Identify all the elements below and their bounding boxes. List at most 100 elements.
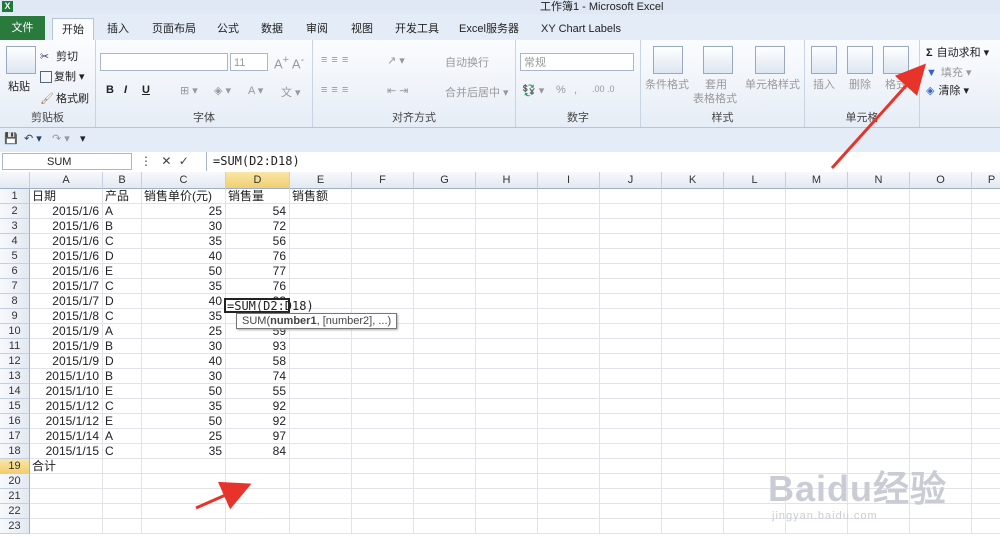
row-header-2[interactable]: 2 bbox=[0, 204, 30, 219]
cell[interactable] bbox=[476, 414, 538, 429]
cell[interactable] bbox=[476, 444, 538, 459]
cell[interactable] bbox=[600, 324, 662, 339]
data-cell[interactable]: B bbox=[103, 219, 142, 234]
tab-review[interactable]: 审阅 bbox=[297, 18, 337, 40]
cell[interactable] bbox=[724, 324, 786, 339]
cell[interactable] bbox=[352, 399, 414, 414]
cell[interactable] bbox=[476, 429, 538, 444]
data-cell[interactable]: 56 bbox=[226, 234, 290, 249]
cell[interactable] bbox=[972, 339, 1000, 354]
data-cell[interactable]: 35 bbox=[142, 444, 226, 459]
cell[interactable] bbox=[538, 204, 600, 219]
cell[interactable] bbox=[290, 264, 352, 279]
row-header-17[interactable]: 17 bbox=[0, 429, 30, 444]
cell[interactable] bbox=[600, 339, 662, 354]
cell[interactable] bbox=[910, 234, 972, 249]
data-cell[interactable]: 2015/1/6 bbox=[30, 219, 103, 234]
cell[interactable] bbox=[352, 459, 414, 474]
data-cell[interactable]: 84 bbox=[226, 444, 290, 459]
cell[interactable] bbox=[662, 189, 724, 204]
data-cell[interactable]: 2015/1/9 bbox=[30, 324, 103, 339]
cell[interactable] bbox=[786, 249, 848, 264]
cell[interactable] bbox=[972, 399, 1000, 414]
cell[interactable] bbox=[724, 354, 786, 369]
data-cell[interactable]: 92 bbox=[226, 414, 290, 429]
cell[interactable] bbox=[662, 489, 724, 504]
row-header-8[interactable]: 8 bbox=[0, 294, 30, 309]
cell[interactable] bbox=[142, 504, 226, 519]
cell[interactable] bbox=[662, 339, 724, 354]
column-header-m[interactable]: M bbox=[786, 172, 848, 189]
cell[interactable] bbox=[662, 384, 724, 399]
cell[interactable] bbox=[662, 399, 724, 414]
cell[interactable] bbox=[786, 279, 848, 294]
cell[interactable] bbox=[414, 429, 476, 444]
cell[interactable] bbox=[352, 474, 414, 489]
grow-font-icon[interactable]: A+ A- bbox=[274, 54, 304, 71]
font-name-combo[interactable] bbox=[100, 53, 228, 71]
data-cell[interactable]: 2015/1/6 bbox=[30, 249, 103, 264]
cell[interactable] bbox=[786, 204, 848, 219]
data-cell[interactable]: E bbox=[103, 384, 142, 399]
cell[interactable] bbox=[538, 309, 600, 324]
cell[interactable] bbox=[290, 444, 352, 459]
data-cell[interactable]: 2015/1/15 bbox=[30, 444, 103, 459]
column-header-p[interactable]: P bbox=[972, 172, 1000, 189]
data-cell[interactable]: 30 bbox=[142, 369, 226, 384]
header-cell[interactable]: 销售单价(元) bbox=[142, 189, 226, 204]
cell[interactable] bbox=[476, 384, 538, 399]
cell[interactable] bbox=[662, 294, 724, 309]
data-cell[interactable]: 74 bbox=[226, 369, 290, 384]
paste-icon[interactable] bbox=[6, 46, 36, 74]
cell[interactable] bbox=[786, 339, 848, 354]
data-cell[interactable]: 25 bbox=[142, 204, 226, 219]
bold-button[interactable]: B bbox=[106, 84, 114, 96]
cell[interactable] bbox=[538, 339, 600, 354]
cell[interactable] bbox=[848, 399, 910, 414]
row-header-23[interactable]: 23 bbox=[0, 519, 30, 534]
save-icon[interactable]: 💾 bbox=[4, 132, 18, 145]
cell[interactable] bbox=[538, 324, 600, 339]
cell[interactable] bbox=[910, 324, 972, 339]
cell[interactable] bbox=[352, 354, 414, 369]
cell[interactable] bbox=[476, 324, 538, 339]
tab-data[interactable]: 数据 bbox=[252, 18, 292, 40]
cell[interactable] bbox=[600, 504, 662, 519]
cell[interactable] bbox=[352, 504, 414, 519]
cell[interactable] bbox=[290, 504, 352, 519]
cell[interactable] bbox=[352, 204, 414, 219]
clear-button[interactable]: ◈ 清除 ▾ bbox=[926, 82, 969, 98]
cell[interactable] bbox=[600, 474, 662, 489]
row-header-5[interactable]: 5 bbox=[0, 249, 30, 264]
cell[interactable] bbox=[414, 504, 476, 519]
cell[interactable] bbox=[414, 219, 476, 234]
cell[interactable] bbox=[476, 489, 538, 504]
cell[interactable] bbox=[142, 519, 226, 534]
data-cell[interactable]: 2015/1/10 bbox=[30, 384, 103, 399]
currency-icon[interactable]: 💱 ▾ bbox=[522, 84, 544, 97]
data-cell[interactable]: 25 bbox=[142, 429, 226, 444]
data-cell[interactable]: 55 bbox=[226, 384, 290, 399]
cell[interactable] bbox=[414, 324, 476, 339]
column-header-n[interactable]: N bbox=[848, 172, 910, 189]
cell[interactable] bbox=[538, 234, 600, 249]
cell[interactable] bbox=[662, 204, 724, 219]
row-header-19[interactable]: 19 bbox=[0, 459, 30, 474]
cell[interactable] bbox=[290, 354, 352, 369]
cell[interactable] bbox=[662, 474, 724, 489]
data-cell[interactable]: 30 bbox=[142, 339, 226, 354]
cell[interactable] bbox=[910, 249, 972, 264]
cell[interactable] bbox=[600, 399, 662, 414]
cell[interactable] bbox=[972, 324, 1000, 339]
data-cell[interactable]: 77 bbox=[226, 264, 290, 279]
cell[interactable] bbox=[662, 429, 724, 444]
cell[interactable] bbox=[142, 459, 226, 474]
cell[interactable] bbox=[662, 519, 724, 534]
row-header-20[interactable]: 20 bbox=[0, 474, 30, 489]
cell[interactable] bbox=[724, 249, 786, 264]
horizontal-align-icons[interactable]: ≡≡≡ bbox=[321, 84, 352, 96]
cell[interactable] bbox=[662, 249, 724, 264]
cell-styles-icon[interactable] bbox=[755, 46, 785, 74]
data-cell[interactable]: C bbox=[103, 444, 142, 459]
row-header-13[interactable]: 13 bbox=[0, 369, 30, 384]
